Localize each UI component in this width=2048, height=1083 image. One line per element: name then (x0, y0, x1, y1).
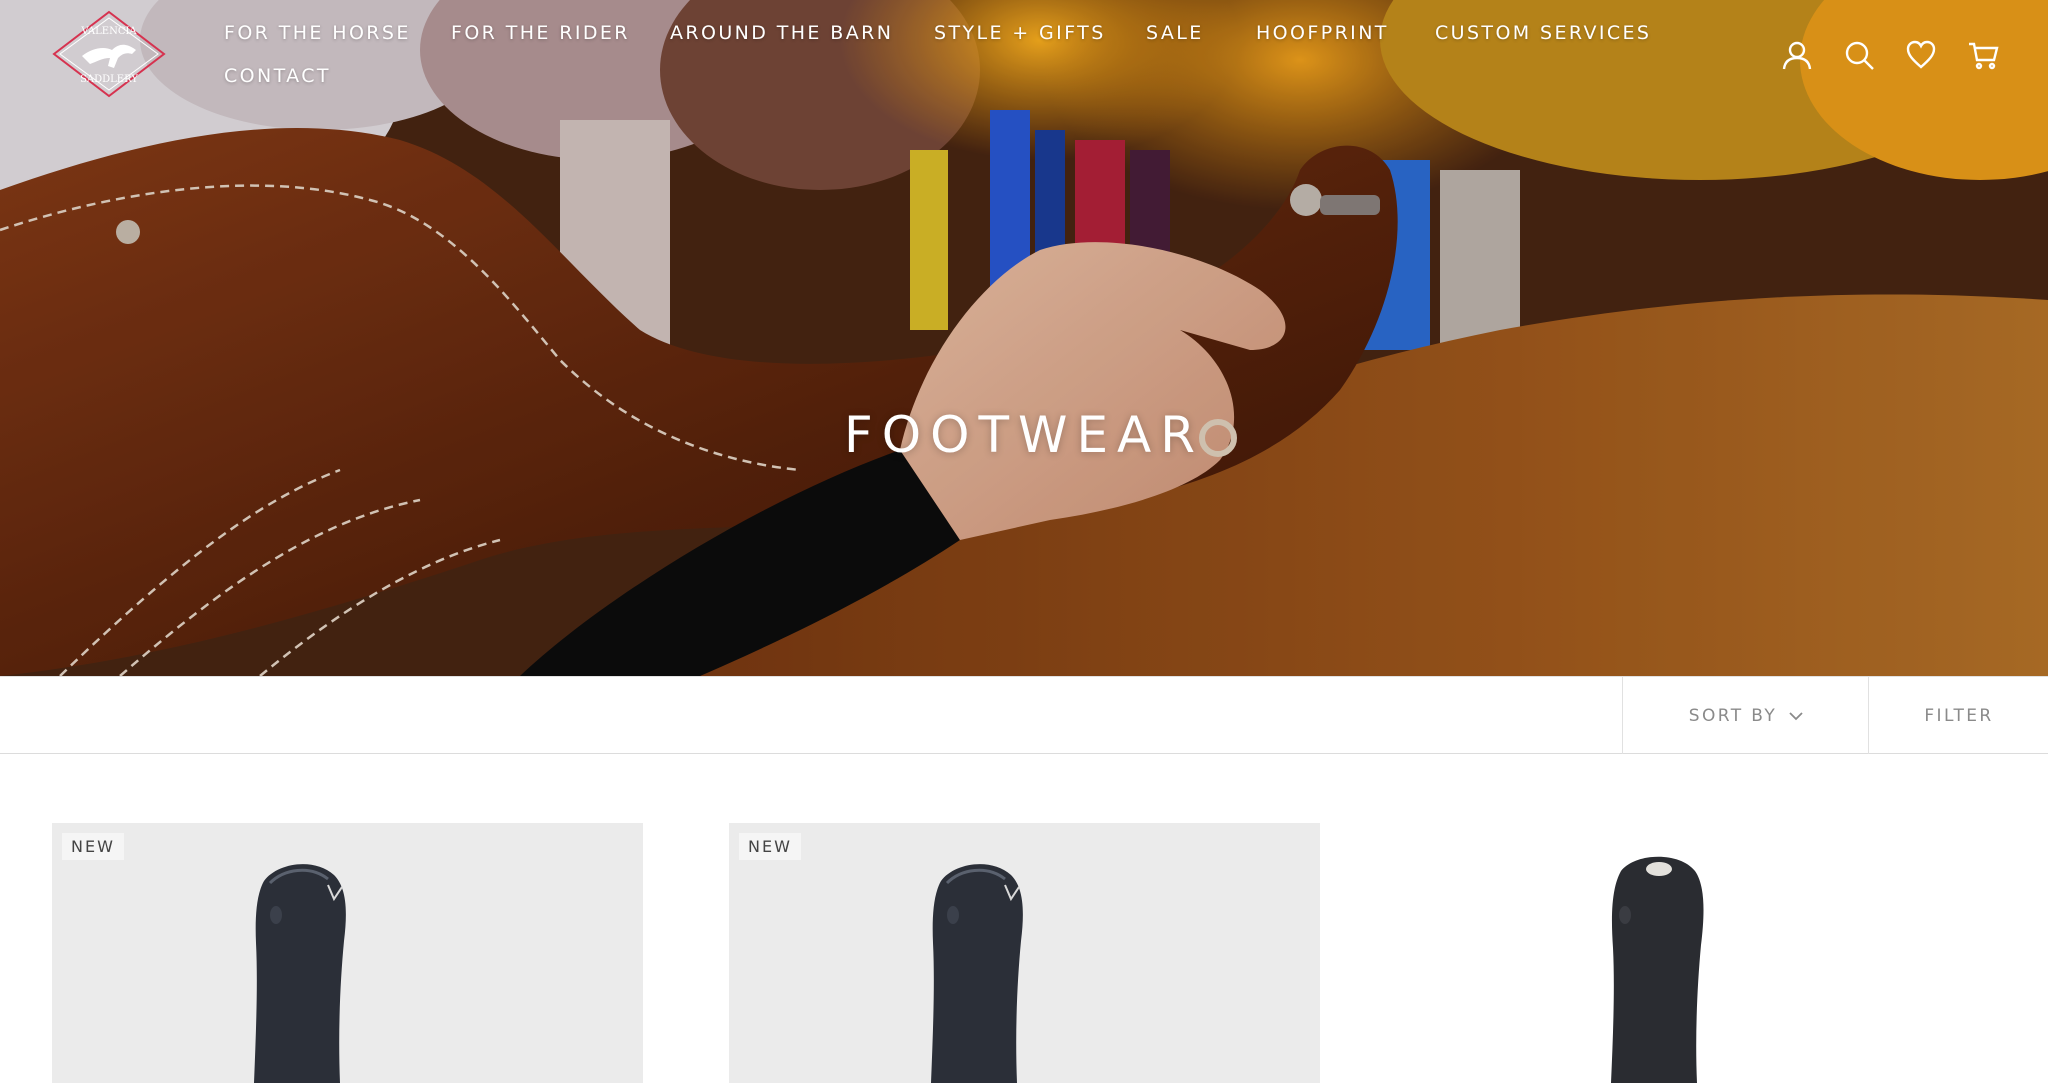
product-grid: NEW NEW (52, 823, 1996, 1083)
filter-label: FILTER (1924, 705, 1994, 726)
new-badge: NEW (739, 833, 801, 860)
logo-emblem-icon: VALENCIA SADDLERY (52, 10, 166, 98)
nav-item-around-the-barn[interactable]: AROUND THE BARN (670, 22, 893, 44)
product-card[interactable] (1405, 823, 1996, 1083)
header-actions (1780, 38, 2000, 70)
cart-icon[interactable] (1966, 38, 2000, 72)
product-card[interactable]: NEW (52, 823, 643, 1083)
search-icon[interactable] (1842, 38, 1876, 72)
account-icon[interactable] (1780, 38, 1814, 72)
brand-logo[interactable]: VALENCIA SADDLERY (52, 10, 166, 98)
nav-item-for-the-rider[interactable]: FOR THE RIDER (451, 22, 630, 44)
wishlist-heart-icon[interactable] (1904, 38, 1938, 72)
logo-text-top: VALENCIA (80, 26, 137, 37)
new-badge: NEW (62, 833, 124, 860)
nav-item-for-the-horse[interactable]: FOR THE HORSE (224, 22, 411, 44)
hero-banner: FOOTWEAR (0, 0, 2048, 676)
riding-boot-image (254, 864, 346, 1083)
nav-item-hoofprint[interactable]: HOOFPRINT (1256, 22, 1389, 44)
logo-text-bottom: SADDLERY (80, 74, 138, 85)
collection-toolbar: SORT BY FILTER (0, 676, 2048, 754)
product-card[interactable]: NEW (729, 823, 1320, 1083)
riding-boot-image (931, 864, 1023, 1083)
nav-item-custom-services[interactable]: CUSTOM SERVICES (1435, 22, 1651, 44)
nav-item-contact[interactable]: CONTACT (224, 65, 331, 87)
sort-by-dropdown[interactable]: SORT BY (1622, 677, 1869, 754)
riding-boot-image (1611, 856, 1704, 1083)
filter-button[interactable]: FILTER (1868, 677, 2048, 754)
page-title: FOOTWEAR (844, 405, 1204, 464)
nav-item-style-gifts[interactable]: STYLE + GIFTS (934, 22, 1106, 44)
chevron-down-icon (1789, 711, 1803, 720)
nav-item-sale[interactable]: SALE (1146, 22, 1204, 44)
sort-by-label: SORT BY (1688, 705, 1778, 726)
hero-image (0, 0, 2048, 676)
